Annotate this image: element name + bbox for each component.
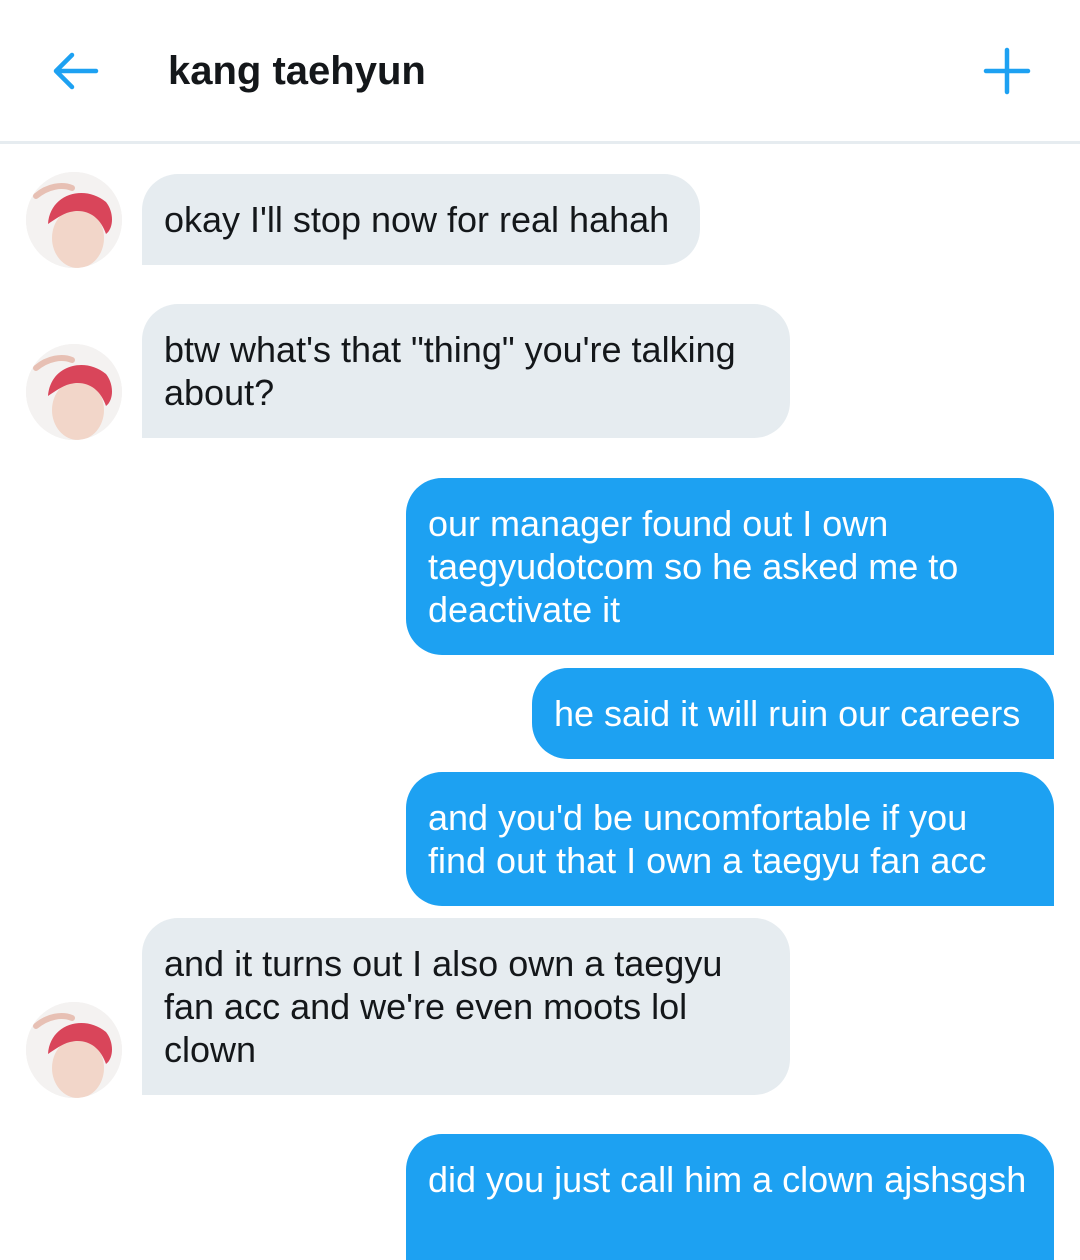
message-bubble-outgoing[interactable]: he said it will ruin our careers [532, 668, 1054, 759]
conversation-title: kang taehyun [168, 49, 426, 93]
message-bubble-outgoing[interactable]: did you just call him a clown ajshsgsh [406, 1134, 1054, 1260]
conversation-header: kang taehyun [0, 0, 1080, 144]
contact-avatar[interactable] [26, 344, 122, 440]
contact-avatar[interactable] [26, 172, 122, 268]
message-bubble-incoming[interactable]: okay I'll stop now for real hahah [142, 174, 700, 265]
message-bubble-outgoing[interactable]: and you'd be uncomfortable if you find o… [406, 772, 1054, 906]
message-bubble-incoming[interactable]: and it turns out I also own a taegyu fan… [142, 918, 790, 1095]
arrow-left-icon [53, 52, 99, 90]
back-button[interactable] [48, 44, 102, 98]
contact-avatar[interactable] [26, 1002, 122, 1098]
message-bubble-outgoing[interactable]: our manager found out I own taegyudotcom… [406, 478, 1054, 655]
add-button[interactable] [980, 44, 1034, 98]
plus-icon [983, 47, 1031, 95]
message-bubble-incoming[interactable]: btw what's that "thing" you're talking a… [142, 304, 790, 438]
